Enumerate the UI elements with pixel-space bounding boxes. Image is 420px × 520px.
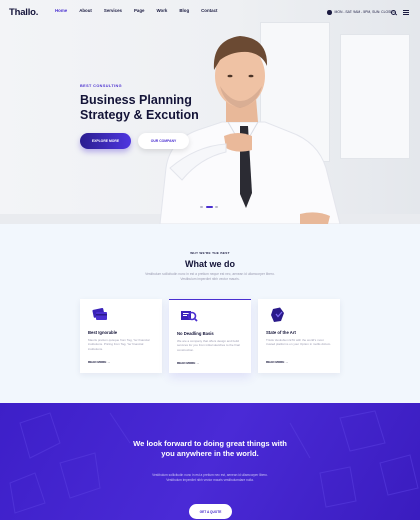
opening-hours-text: MON - SAT: 9AM - 5PM, SUN: CLOSED — [334, 10, 396, 15]
cta-description: Vestibulum sollicitudin nunc in est a pr… — [152, 473, 268, 482]
arrow-right-icon: → — [196, 361, 200, 365]
slider-dot[interactable] — [200, 206, 203, 208]
section-description: Vestibulum sollicitudin nunc in est a pr… — [145, 272, 275, 281]
menu-icon[interactable] — [403, 10, 409, 16]
nav-item-page[interactable]: Page — [134, 8, 145, 13]
hero-title: Business Planning Strategy & Excution — [80, 93, 199, 122]
shield-check-icon — [271, 307, 284, 322]
opening-hours: MON - SAT: 9AM - 5PM, SUN: CLOSED — [327, 10, 395, 15]
site-header: Thallo. Home About Services Page Work Bl… — [0, 0, 420, 26]
nav-item-work[interactable]: Work — [156, 8, 167, 13]
hero-section: BEST CONSULTING Business Planning Strate… — [0, 0, 420, 224]
nav-item-blog[interactable]: Blog — [179, 8, 189, 13]
read-more-link[interactable]: READ MORE → — [88, 360, 110, 364]
card-text: We are a company that offers design and … — [177, 339, 240, 352]
card-title: No Deadling Basis — [177, 331, 214, 336]
cta-title: We look forward to doing great things wi… — [133, 439, 287, 458]
card-title: Best Ignorable — [88, 330, 118, 335]
nav-item-about[interactable]: About — [79, 8, 92, 13]
clock-icon — [327, 10, 332, 15]
card-text: Mauris pretium quisque from Tag, Yer fin… — [88, 338, 150, 351]
cta-section: We look forward to doing great things wi… — [0, 403, 420, 520]
read-more-link[interactable]: READ MORE → — [177, 361, 199, 365]
background-pattern — [9, 410, 419, 514]
main-nav: Home About Services Page Work Blog Conta… — [55, 8, 229, 13]
section-eyebrow: WHY WE'RE THE BEST — [190, 251, 230, 255]
explore-more-button[interactable]: EXPLORE MORE — [80, 133, 131, 149]
card-title: State of the Art — [266, 330, 296, 335]
arrow-right-icon: → — [285, 360, 289, 364]
service-card[interactable]: Best Ignorable Mauris pretium quisque fr… — [80, 299, 162, 373]
slider-dot-active[interactable] — [205, 206, 213, 208]
card-text: Tristis Vestiubum ETA with the world's m… — [266, 338, 332, 347]
logo[interactable]: Thallo. — [9, 7, 38, 18]
arrow-right-icon: → — [107, 360, 111, 364]
nav-item-home[interactable]: Home — [55, 8, 67, 13]
nav-item-contact[interactable]: Contact — [201, 8, 217, 13]
read-more-label: READ MORE — [177, 361, 196, 365]
service-card-featured[interactable]: No Deadling Basis We are a company that … — [169, 299, 251, 373]
credit-card-icon — [92, 308, 107, 320]
nav-item-services[interactable]: Services — [104, 8, 122, 13]
search-icon[interactable] — [391, 10, 396, 15]
magnifier-report-icon — [181, 311, 198, 322]
read-more-link[interactable]: READ MORE → — [266, 360, 288, 364]
service-card[interactable]: State of the Art Tristis Vestiubum ETA w… — [258, 299, 340, 373]
section-title: What we do — [185, 259, 235, 269]
read-more-label: READ MORE — [88, 360, 107, 364]
services-section: WHY WE'RE THE BEST What we do Vestibulum… — [0, 224, 420, 403]
read-more-label: READ MORE — [266, 360, 285, 364]
hero-eyebrow: BEST CONSULTING — [80, 84, 122, 88]
get-a-quote-button[interactable]: GET A QUOTE — [189, 504, 232, 519]
slider-dot[interactable] — [215, 206, 218, 208]
slider-dots — [200, 206, 218, 208]
our-company-button[interactable]: OUR COMPANY — [138, 133, 189, 149]
